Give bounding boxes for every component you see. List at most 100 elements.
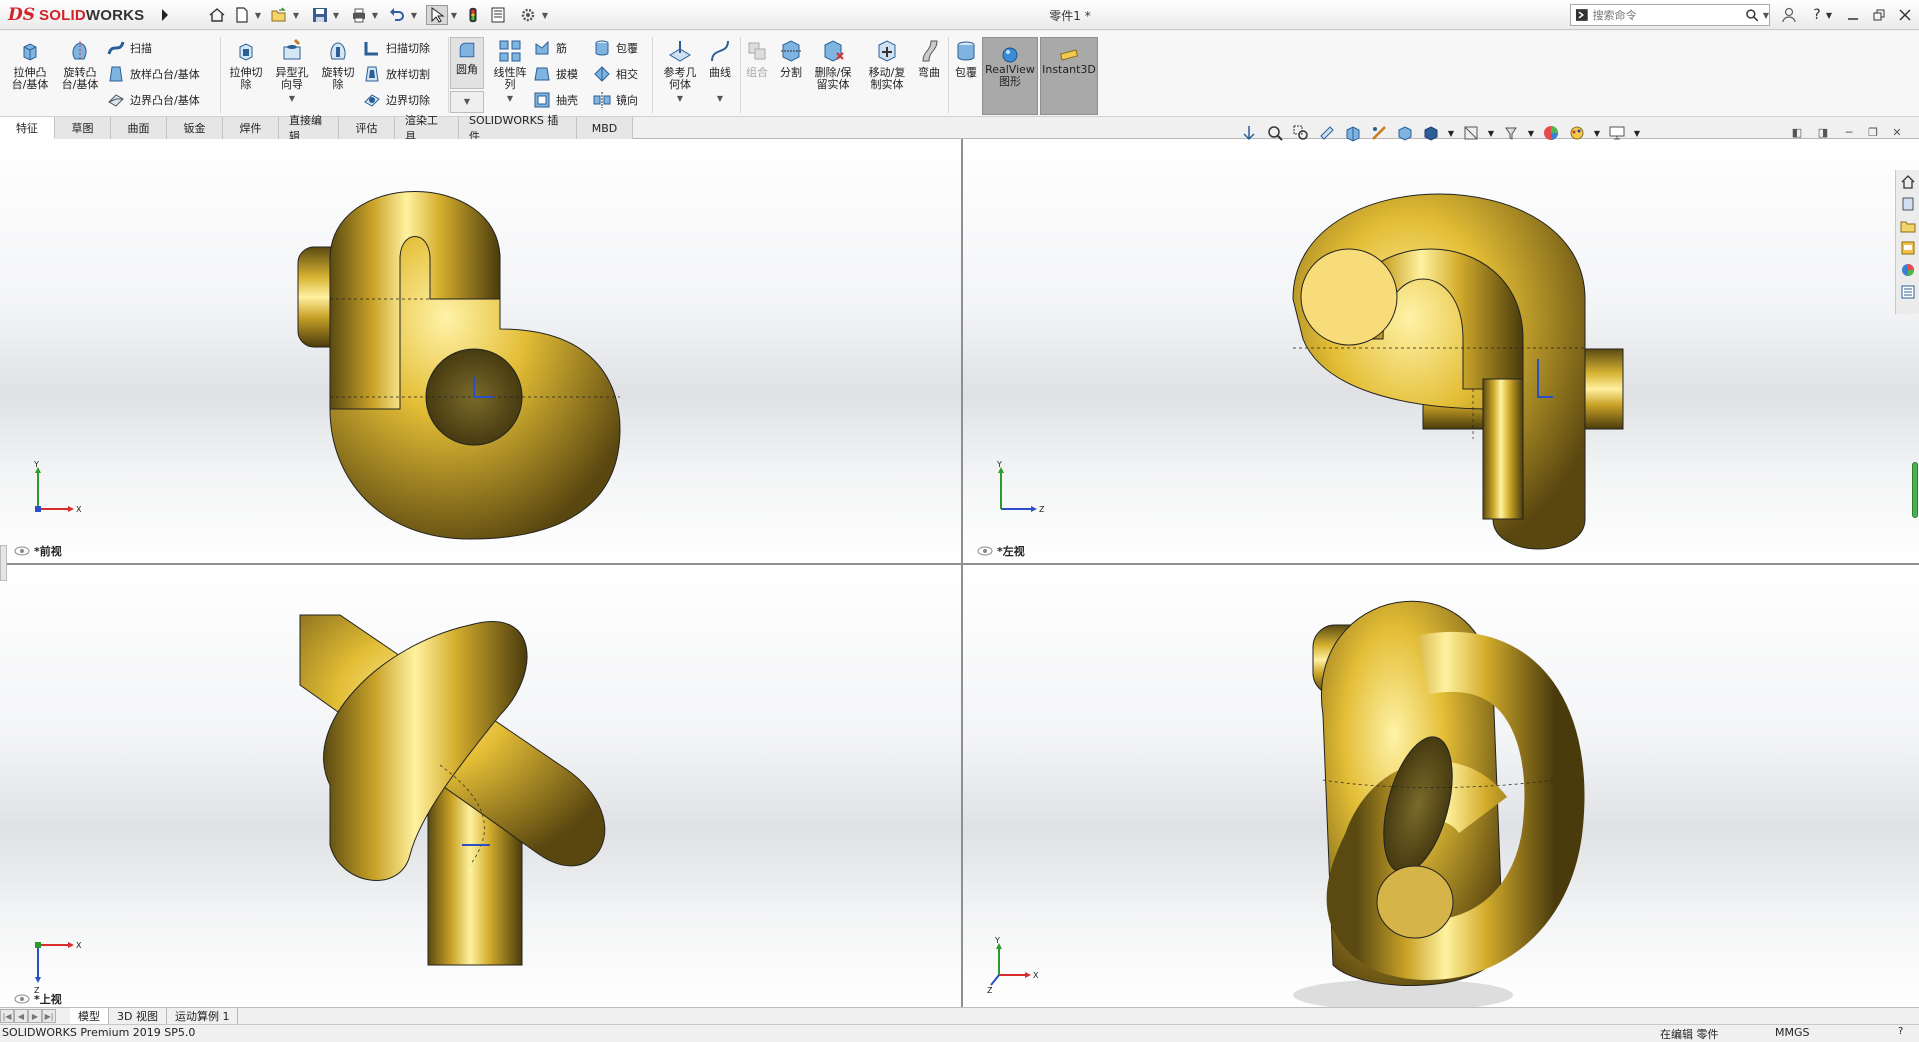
tab-mbd[interactable]: MBD: [577, 117, 633, 139]
mirror-button[interactable]: 镜向: [592, 89, 638, 111]
section-view-icon[interactable]: [1342, 123, 1364, 143]
open-folder-icon[interactable]: [268, 5, 290, 25]
search-dropdown-caret-icon[interactable]: ▼: [1763, 11, 1769, 20]
home-icon[interactable]: [207, 5, 227, 25]
status-unit-system[interactable]: MMGS: [1775, 1026, 1810, 1039]
viewport-tile-right-icon[interactable]: ◨: [1813, 124, 1833, 140]
tab-nav-prev-icon[interactable]: ◀: [14, 1009, 28, 1023]
tab-surfaces[interactable]: 曲面: [111, 117, 167, 139]
new-document-icon[interactable]: [232, 5, 252, 25]
viewport-minimize-icon[interactable]: ─: [1839, 124, 1859, 140]
curves-dropdown-caret-icon[interactable]: ▼: [717, 93, 723, 105]
move-copy-body-button[interactable]: 移动/复 制实体: [862, 37, 912, 115]
save-dropdown-caret-icon[interactable]: ▼: [332, 5, 340, 25]
fillet-button[interactable]: 圆角: [450, 37, 484, 89]
print-dropdown-caret-icon[interactable]: ▼: [371, 5, 379, 25]
tab-motion-study-1[interactable]: 运动算例 1: [167, 1008, 239, 1024]
wrap-button[interactable]: 包覆: [592, 37, 638, 59]
view-orientation-icon[interactable]: [1394, 123, 1416, 143]
shell-button[interactable]: 抽壳: [532, 89, 578, 111]
extrude-cut-button[interactable]: 拉伸切 除: [222, 37, 270, 115]
intersect-button[interactable]: 相交: [592, 63, 638, 85]
file-properties-icon[interactable]: [488, 5, 508, 25]
feature-tree-collapse-handle[interactable]: [0, 545, 7, 581]
view-settings-icon[interactable]: [1566, 123, 1588, 143]
sweep-button[interactable]: 扫描: [106, 37, 152, 59]
lofted-cut-button[interactable]: 放样切割: [362, 63, 430, 85]
revolve-cut-button[interactable]: 旋转切 除: [314, 37, 362, 115]
options-gear-icon[interactable]: [518, 5, 538, 25]
fillet-dropdown[interactable]: ▼: [450, 91, 484, 113]
hide-show-dropdown-caret-icon[interactable]: ▼: [1486, 123, 1496, 143]
select-dropdown-caret-icon[interactable]: ▼: [450, 5, 458, 25]
tab-evaluate[interactable]: 评估: [339, 117, 395, 139]
tab-direct-editing[interactable]: 直接编辑: [279, 114, 339, 143]
knot-model-left-view[interactable]: [963, 139, 1919, 563]
flex-button[interactable]: 弯曲: [914, 37, 944, 115]
rebuild-icon[interactable]: [465, 5, 481, 25]
dynamic-annotation-views-icon[interactable]: [1368, 123, 1390, 143]
monitor-display-icon[interactable]: [1606, 123, 1628, 143]
display-style-dropdown-caret-icon[interactable]: ▼: [1446, 123, 1456, 143]
tab-sheet-metal[interactable]: 钣金: [167, 117, 223, 139]
undo-icon[interactable]: [386, 5, 408, 25]
previous-view-icon[interactable]: [1316, 123, 1338, 143]
linear-pattern-button[interactable]: 线性阵 列 ▼: [486, 37, 534, 115]
minimize-window-icon[interactable]: [1842, 4, 1864, 26]
edit-appearance-icon[interactable]: [1500, 123, 1522, 143]
viewport-restore-icon[interactable]: ❐: [1863, 124, 1883, 140]
tab-sketch[interactable]: 草图: [55, 117, 111, 139]
boundary-boss-button[interactable]: 边界凸台/基体: [106, 89, 200, 111]
tab-nav-first-icon[interactable]: |◀: [0, 1009, 14, 1023]
zoom-to-fit-icon[interactable]: [1264, 123, 1286, 143]
user-account-icon[interactable]: [1778, 4, 1800, 26]
view-palette-icon[interactable]: [1898, 238, 1918, 258]
boundary-cut-button[interactable]: 边界切除: [362, 89, 430, 111]
monitor-dropdown-caret-icon[interactable]: ▼: [1632, 123, 1642, 143]
viewport-splitter-horizontal[interactable]: [0, 563, 1919, 565]
instant3d-toggle[interactable]: Instant3D: [1040, 37, 1098, 115]
reference-geometry-dropdown-caret-icon[interactable]: ▼: [677, 93, 683, 105]
tab-solidworks-addins[interactable]: SOLIDWORKS 插件: [459, 114, 577, 143]
viewport-tile-left-icon[interactable]: ◧: [1787, 124, 1807, 140]
view-orientation-anchor-icon[interactable]: [1238, 123, 1260, 143]
viewport-top[interactable]: Z X *上视: [0, 565, 961, 1007]
viewport-splitter-vertical[interactable]: [961, 139, 963, 1007]
extrude-boss-button[interactable]: 拉伸凸 台/基体: [6, 37, 54, 115]
hole-wizard-dropdown-caret-icon[interactable]: ▼: [289, 93, 295, 105]
viewport-left[interactable]: Y Z *左视: [963, 139, 1919, 563]
view-settings-dropdown-caret-icon[interactable]: ▼: [1592, 123, 1602, 143]
tab-features[interactable]: 特征: [0, 117, 55, 139]
menu-expand-arrow-icon[interactable]: [160, 7, 170, 23]
linear-pattern-dropdown-caret-icon[interactable]: ▼: [507, 93, 513, 105]
knot-model-front-view[interactable]: [0, 139, 961, 563]
viewport-isometric[interactable]: Y X Z: [963, 565, 1919, 1007]
hide-show-items-icon[interactable]: [1460, 123, 1482, 143]
tab-nav-next-icon[interactable]: ▶: [28, 1009, 42, 1023]
display-style-icon[interactable]: [1420, 123, 1442, 143]
delete-keep-body-button[interactable]: 删除/保 留实体: [808, 37, 858, 115]
search-icon[interactable]: [1745, 8, 1759, 22]
revolve-boss-button[interactable]: 旋转凸 台/基体: [56, 37, 104, 115]
combine-button[interactable]: 组合: [742, 37, 772, 115]
open-dropdown-caret-icon[interactable]: ▼: [292, 5, 300, 25]
solidworks-resources-icon[interactable]: [1898, 172, 1918, 192]
swept-cut-button[interactable]: 扫描切除: [362, 37, 430, 59]
draft-button[interactable]: 拔模: [532, 63, 578, 85]
edit-appearance-dropdown-caret-icon[interactable]: ▼: [1526, 123, 1536, 143]
new-dropdown-caret-icon[interactable]: ▼: [254, 5, 262, 25]
tab-weldments[interactable]: 焊件: [223, 117, 279, 139]
help-dropdown-caret-icon[interactable]: ▼: [1824, 4, 1834, 26]
apply-scene-icon[interactable]: [1540, 123, 1562, 143]
realview-graphics-toggle[interactable]: RealView 图形: [982, 37, 1038, 115]
search-input[interactable]: [1592, 8, 1740, 22]
tab-nav-last-icon[interactable]: ▶|: [42, 1009, 56, 1023]
solidworks-logo[interactable]: DS SOLIDWORKS: [8, 3, 156, 27]
curves-button[interactable]: 曲线 ▼: [696, 37, 744, 115]
appearances-icon[interactable]: [1898, 260, 1918, 280]
undo-dropdown-caret-icon[interactable]: ▼: [410, 5, 418, 25]
file-explorer-icon[interactable]: [1898, 216, 1918, 236]
fillet-dropdown-caret-icon[interactable]: ▼: [464, 96, 470, 108]
select-pointer-icon[interactable]: [426, 5, 448, 25]
task-pane-scroll-handle[interactable]: [1912, 462, 1918, 518]
